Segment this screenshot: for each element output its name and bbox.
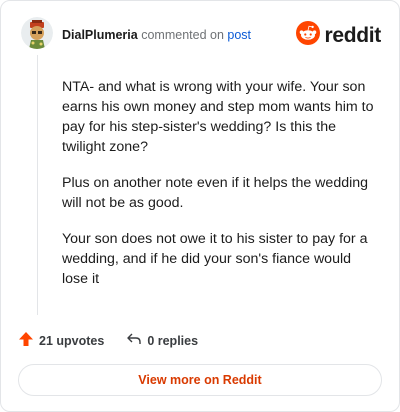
- comment-body: NTA- and what is wrong with your wife. Y…: [62, 77, 380, 305]
- avatar[interactable]: [21, 17, 53, 49]
- reddit-snoo-icon: [296, 21, 321, 50]
- action-text: commented on: [141, 28, 224, 42]
- comment-header: DialPlumeria commented on post: [62, 27, 251, 43]
- upvote-count: 21 upvotes: [39, 333, 105, 348]
- upvote-button[interactable]: 21 upvotes: [18, 331, 104, 350]
- comment-actions: 21 upvotes 0 replies: [18, 331, 198, 350]
- thread-line: [37, 55, 38, 315]
- view-more-button[interactable]: View more on Reddit: [18, 364, 382, 396]
- reply-button[interactable]: 0 replies: [126, 331, 198, 350]
- comment-paragraph: Your son does not owe it to his sister t…: [62, 231, 368, 287]
- reddit-logo[interactable]: reddit: [296, 21, 381, 50]
- reply-icon: [126, 331, 142, 350]
- comment-paragraph: NTA- and what is wrong with your wife. Y…: [62, 79, 374, 155]
- upvote-arrow-icon: [18, 331, 34, 350]
- post-link[interactable]: post: [227, 28, 251, 42]
- reddit-wordmark: reddit: [324, 23, 381, 47]
- comment-paragraph: Plus on another note even if it helps th…: [62, 175, 369, 211]
- author-name[interactable]: DialPlumeria: [62, 28, 138, 42]
- reddit-comment-card: DialPlumeria commented on post reddit NT…: [0, 0, 400, 412]
- reply-count: 0 replies: [147, 333, 199, 348]
